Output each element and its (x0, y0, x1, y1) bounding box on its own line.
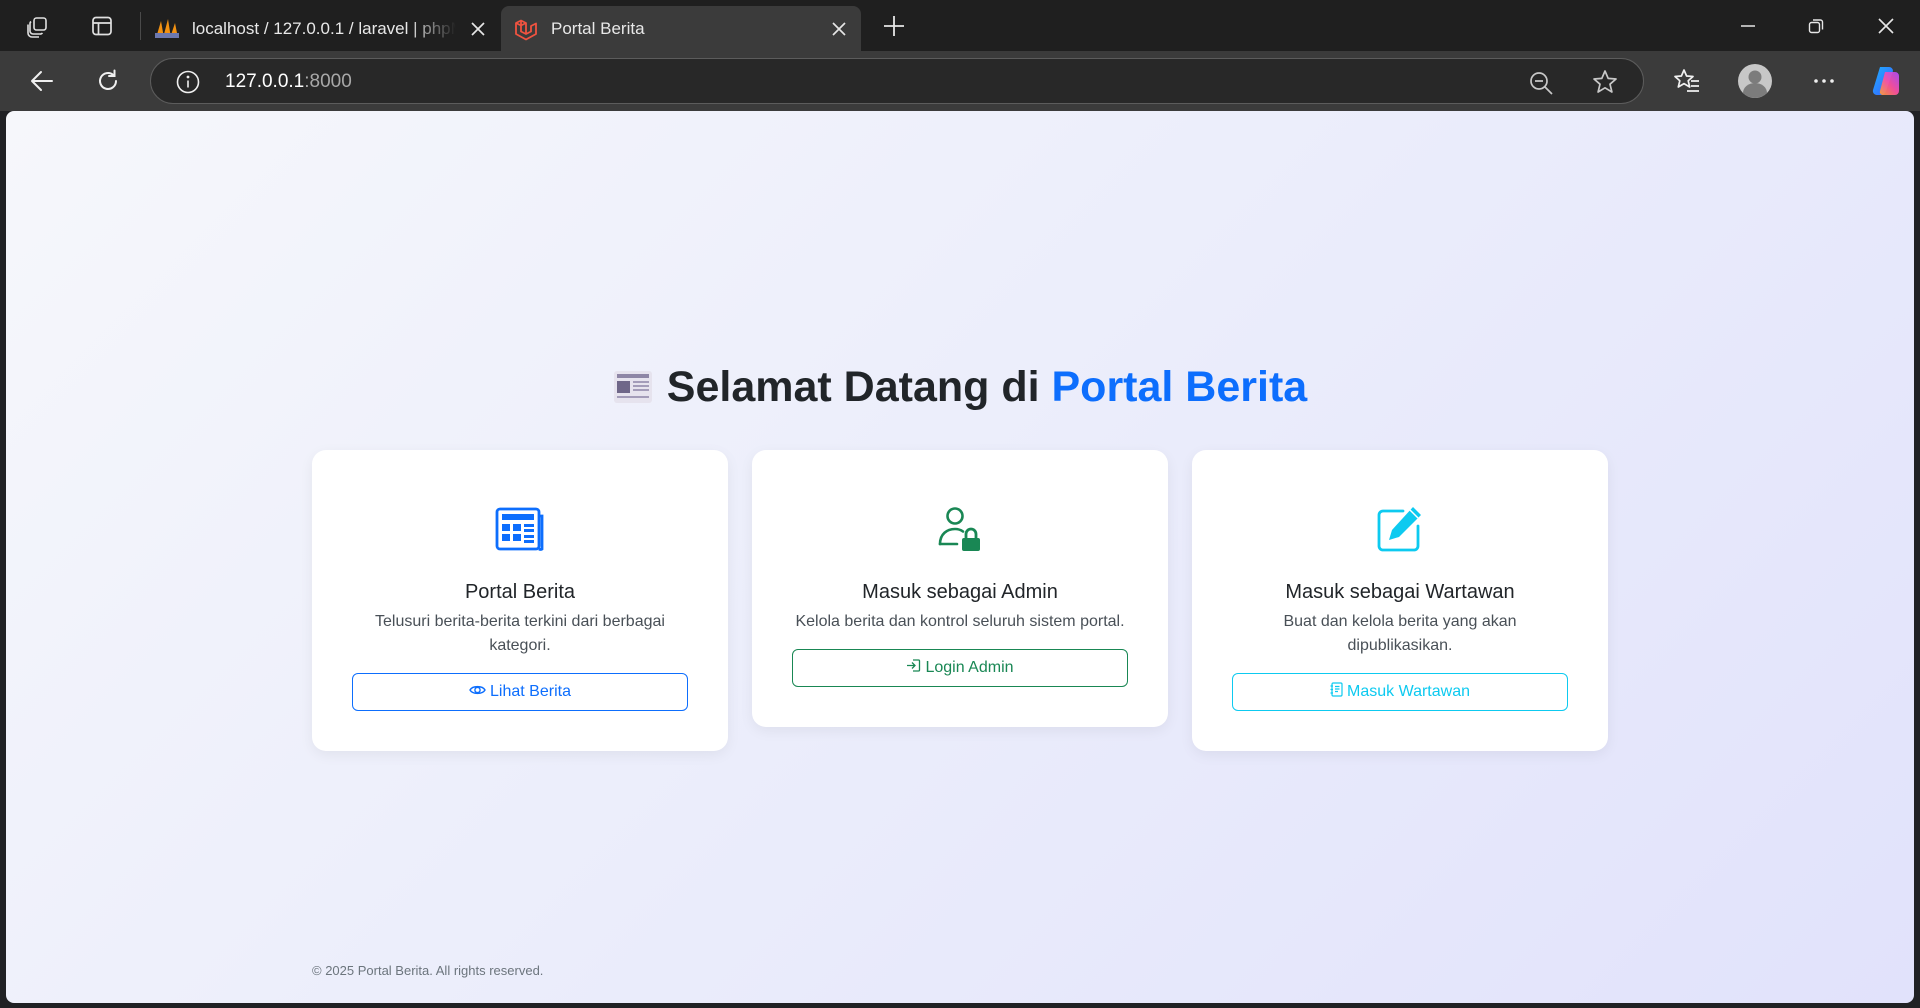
footer-copyright: © 2025 Portal Berita. All rights reserve… (312, 963, 544, 978)
card-portal-berita: Portal Berita Telusuri berita-berita ter… (312, 450, 728, 751)
login-icon (906, 658, 921, 678)
workspaces-icon[interactable] (12, 0, 63, 51)
restore-icon[interactable] (1782, 0, 1850, 51)
browser-toolbar: 127.0.0.1:8000 (0, 51, 1920, 111)
button-label: Login Admin (925, 659, 1014, 676)
favorites-icon[interactable] (1663, 57, 1711, 105)
page-viewport: Selamat Datang di Portal Berita Portal B… (6, 111, 1914, 1003)
address-bar[interactable]: 127.0.0.1:8000 (150, 58, 1644, 104)
pencil-square-icon (1375, 504, 1425, 554)
url-host: 127.0.0.1 (225, 71, 305, 92)
card-admin: Masuk sebagai Admin Kelola berita dan ko… (752, 450, 1168, 727)
login-admin-button[interactable]: Login Admin (792, 649, 1128, 687)
card-description: Telusuri berita-berita terkini dari berb… (375, 613, 665, 654)
close-tab-icon[interactable] (827, 17, 851, 41)
copilot-icon[interactable] (1862, 57, 1910, 105)
minimize-icon[interactable] (1714, 0, 1782, 51)
eye-icon (469, 683, 486, 702)
more-options-icon[interactable] (1800, 57, 1848, 105)
journalist-login-button[interactable]: Masuk Wartawan (1232, 673, 1568, 711)
back-icon[interactable] (18, 57, 66, 105)
zoom-out-icon[interactable] (1527, 69, 1555, 97)
button-label: Lihat Berita (490, 683, 571, 700)
reload-icon[interactable] (84, 57, 132, 105)
title-prefix: Selamat Datang di (666, 363, 1052, 411)
card-description: Kelola berita dan kontrol seluruh sistem… (795, 613, 1125, 630)
tab-phpmyadmin[interactable]: localhost / 127.0.0.1 / laravel | phpMyA… (142, 6, 500, 51)
profile-avatar-icon[interactable] (1731, 57, 1779, 105)
close-window-icon[interactable] (1852, 0, 1920, 51)
card-description: Buat dan kelola berita yang akan dipubli… (1283, 613, 1517, 654)
journal-icon (1330, 682, 1343, 702)
card-title: Masuk sebagai Wartawan (1285, 581, 1515, 603)
news-grid-icon (495, 504, 545, 554)
tab-portal-berita[interactable]: Portal Berita (501, 6, 861, 51)
tab-title: Portal Berita (551, 19, 645, 38)
tab-strip: localhost / 127.0.0.1 / laravel | phpMyA… (0, 0, 1920, 51)
person-lock-icon (935, 504, 985, 554)
card-title: Masuk sebagai Admin (862, 581, 1058, 603)
tab-actions-icon[interactable] (76, 0, 127, 51)
url-port: :8000 (304, 71, 352, 92)
view-news-button[interactable]: Lihat Berita (352, 673, 688, 711)
favorite-star-icon[interactable] (1591, 68, 1619, 96)
new-tab-icon[interactable] (874, 6, 914, 46)
card-wartawan: Masuk sebagai Wartawan Buat dan kelola b… (1192, 450, 1608, 751)
phpmyadmin-icon (154, 18, 179, 40)
button-label: Masuk Wartawan (1347, 683, 1470, 700)
url-text[interactable]: 127.0.0.1:8000 (225, 71, 352, 93)
close-tab-icon[interactable] (466, 17, 490, 41)
card-title: Portal Berita (464, 581, 576, 603)
tab-separator (140, 12, 141, 40)
laravel-icon (513, 18, 537, 41)
page-title: Selamat Datang di Portal Berita (6, 361, 1914, 417)
title-brand: Portal Berita (1051, 363, 1308, 411)
site-info-icon[interactable] (175, 69, 201, 95)
tab-title: localhost / 127.0.0.1 / laravel | phpMyA… (192, 19, 456, 38)
newspaper-icon (613, 365, 653, 417)
